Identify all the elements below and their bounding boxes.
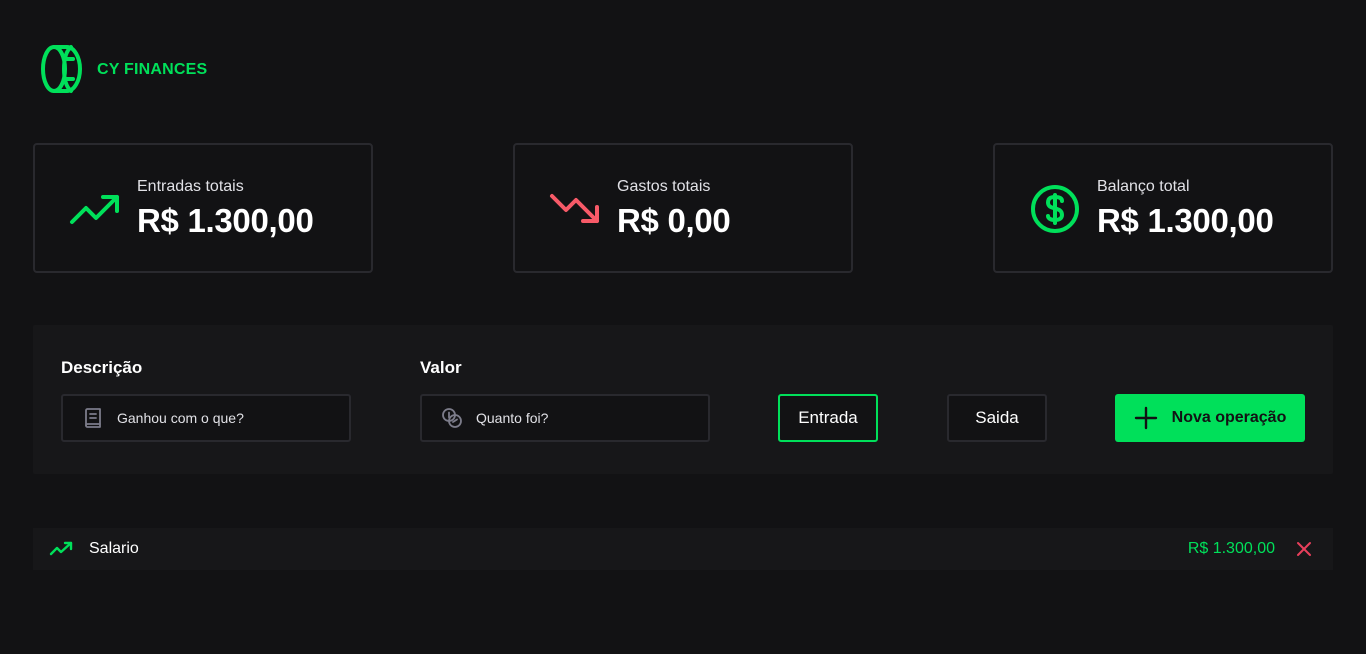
income-summary-card: Entradas totais R$ 1.300,00 — [33, 143, 373, 273]
description-input[interactable] — [117, 410, 337, 426]
transaction-list: Salario R$ 1.300,00 — [33, 528, 1333, 570]
expenses-label: Gastos totais — [617, 178, 711, 195]
balance-total: R$ 1.300,00 — [1097, 202, 1274, 239]
transaction-row: Salario R$ 1.300,00 — [33, 528, 1333, 570]
trend-down-icon — [550, 194, 599, 223]
plus-icon — [1134, 406, 1157, 430]
close-icon[interactable] — [1295, 540, 1313, 558]
income-type-button[interactable]: Entrada — [778, 394, 878, 442]
income-total: R$ 1.300,00 — [137, 202, 314, 239]
expense-type-button[interactable]: Saida — [947, 394, 1047, 442]
app: CY FINANCES Entradas totais R$ 1.300,00 … — [0, 0, 1366, 654]
trend-up-icon — [70, 195, 119, 224]
new-operation-button[interactable]: Nova operação — [1115, 394, 1305, 442]
brand-name: CY FINANCES — [97, 61, 208, 78]
new-operation-form: Descrição Valor Entrada Saida — [33, 325, 1333, 474]
transaction-description: Salario — [89, 540, 139, 557]
description-label: Descrição — [61, 358, 143, 377]
header-brand: CY FINANCES — [40, 44, 207, 94]
transaction-amount: R$ 1.300,00 — [1187, 540, 1275, 557]
new-operation-label: Nova operação — [1171, 409, 1287, 426]
amount-label: Valor — [420, 358, 462, 377]
balance-summary-card: Balanço total R$ 1.300,00 — [993, 143, 1333, 273]
description-field[interactable] — [61, 394, 351, 442]
expenses-summary-card: Gastos totais R$ 0,00 — [513, 143, 853, 273]
book-icon — [85, 408, 101, 428]
amount-input[interactable] — [476, 410, 696, 426]
currency-dollar-circle-icon — [1031, 185, 1079, 233]
balance-label: Balanço total — [1097, 178, 1190, 195]
coin-icon — [41, 45, 82, 93]
amount-field[interactable] — [420, 394, 710, 442]
coins-icon — [442, 408, 462, 428]
trend-up-icon — [49, 541, 73, 556]
income-label: Entradas totais — [137, 178, 244, 195]
expenses-total: R$ 0,00 — [617, 202, 731, 239]
